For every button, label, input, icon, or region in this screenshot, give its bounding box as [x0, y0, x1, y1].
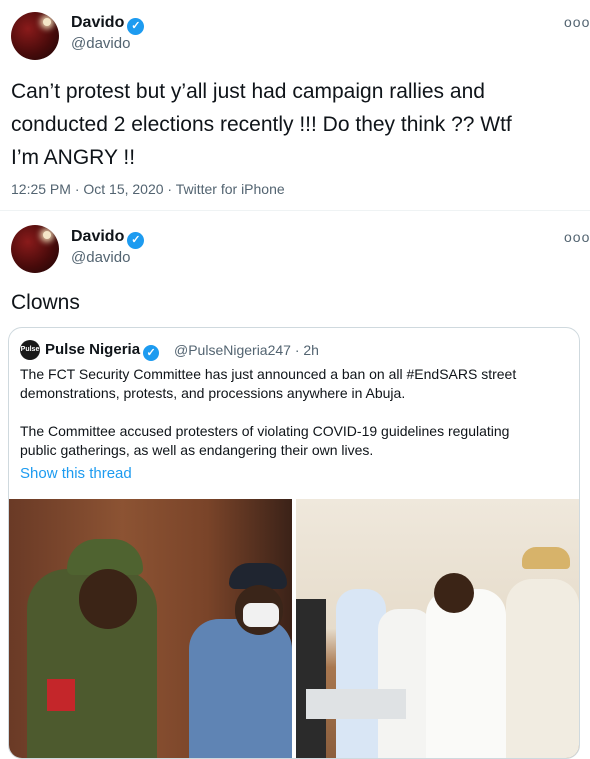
quoted-text-line: public gatherings, as well as endangerin…	[20, 442, 374, 458]
photo-figure	[378, 609, 433, 758]
handle[interactable]: @davido	[71, 35, 130, 52]
tweet-1[interactable]: Davido ✓ @davido ooo Can’t protest but y’…	[0, 0, 590, 215]
divider	[0, 210, 590, 211]
tweet-timestamp[interactable]: 12:25 PM · Oct 15, 2020 · Twitter for iP…	[11, 181, 285, 197]
display-name[interactable]: Davido ✓	[71, 228, 145, 249]
photo-figure	[434, 573, 474, 613]
photo-figure	[522, 547, 570, 569]
quoted-handle-time[interactable]: @PulseNigeria247 · 2h	[174, 342, 319, 358]
tweet-text-line-3: I’m ANGRY !!	[11, 146, 136, 169]
quoted-text-line: The FCT Security Committee has just anno…	[20, 366, 517, 382]
photo-officials[interactable]	[296, 499, 579, 758]
photo-figure	[79, 569, 137, 629]
tweet-text-line-1: Can’t protest but y’all just had campaig…	[11, 80, 485, 103]
photo-figure	[426, 589, 506, 758]
photo-figure	[296, 599, 326, 758]
show-thread-link[interactable]: Show this thread	[20, 465, 132, 482]
photo-officers[interactable]	[9, 499, 292, 758]
verified-badge-icon: ✓	[143, 345, 160, 361]
more-options-icon[interactable]: ooo	[564, 14, 590, 30]
quoted-text-line: demonstrations, protests, and procession…	[20, 385, 406, 401]
quoted-text-line: The Committee accused protesters of viol…	[20, 423, 510, 439]
verified-badge-icon: ✓	[127, 18, 145, 35]
photo-figure	[506, 579, 579, 758]
photo-figure	[306, 689, 406, 719]
photo-figure	[243, 603, 279, 627]
avatar[interactable]	[11, 225, 59, 273]
tweet-text-line-2: conducted 2 elections recently !!! Do th…	[11, 113, 512, 136]
handle[interactable]: @davido	[71, 249, 130, 266]
more-options-icon[interactable]: ooo	[564, 229, 590, 245]
quoted-display-name[interactable]: Pulse Nigeria ✓	[45, 341, 160, 361]
display-name[interactable]: Davido ✓	[71, 14, 145, 35]
tweet-text: Clowns	[11, 291, 80, 314]
photo-figure	[189, 619, 292, 758]
avatar[interactable]	[11, 12, 59, 60]
verified-badge-icon: ✓	[127, 232, 145, 249]
photo-figure	[47, 679, 75, 711]
quoted-tweet[interactable]: Pulse Pulse Nigeria ✓ @PulseNigeria247 · …	[8, 327, 580, 759]
pulse-logo-avatar[interactable]: Pulse	[20, 340, 40, 360]
